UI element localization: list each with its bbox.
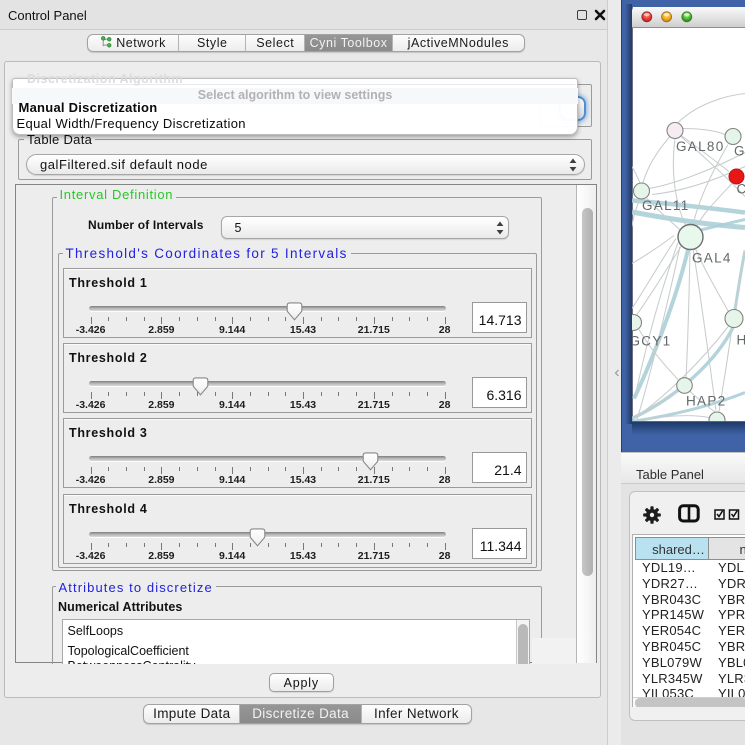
svg-text:H: H xyxy=(737,332,745,347)
svg-text:GAL11: GAL11 xyxy=(642,198,690,213)
svg-text:GA: GA xyxy=(734,143,745,158)
svg-text:HAP2: HAP2 xyxy=(686,393,726,408)
svg-text:GAL80: GAL80 xyxy=(676,139,725,154)
svg-text:GCY1: GCY1 xyxy=(632,333,671,348)
svg-text:C: C xyxy=(737,181,745,196)
svg-text:GAL4: GAL4 xyxy=(692,250,732,265)
